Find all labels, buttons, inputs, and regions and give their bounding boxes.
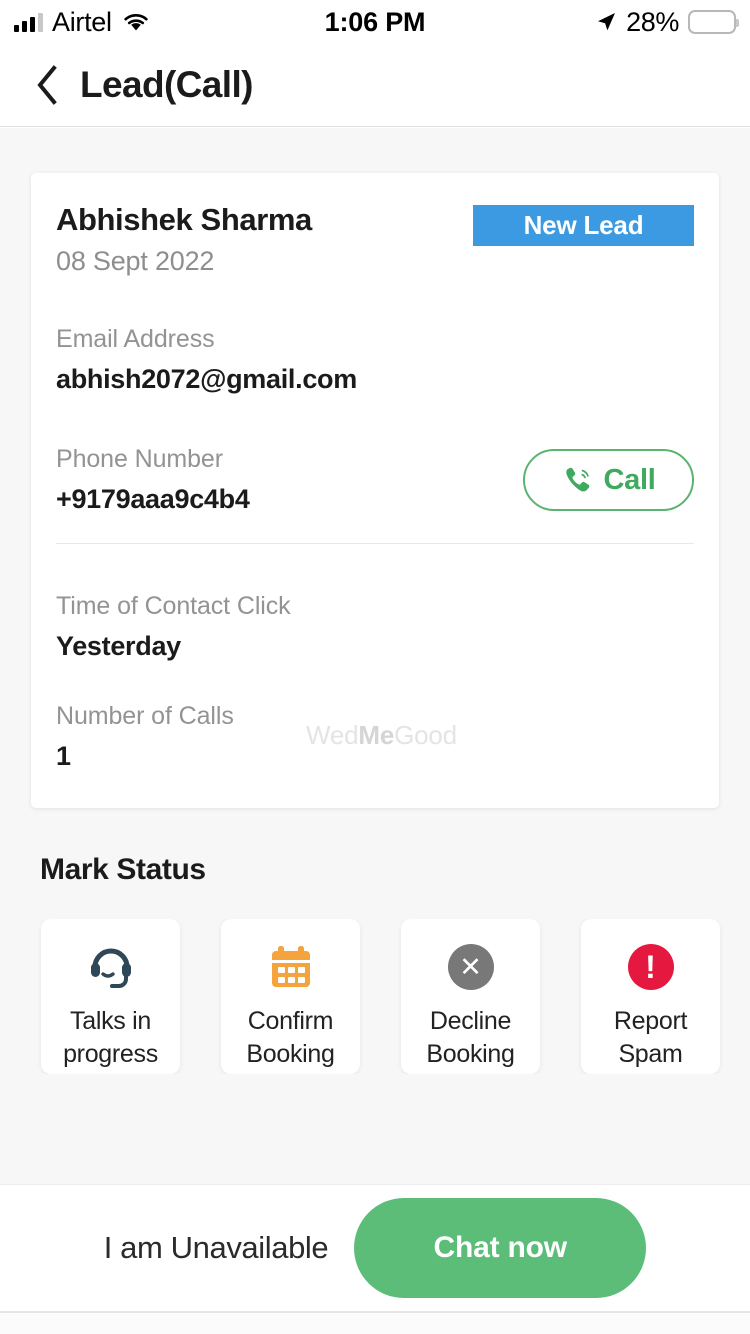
watermark-suffix: Good — [394, 720, 457, 751]
phone-value: +9179aaa9c4b4 — [56, 484, 250, 515]
back-button[interactable] — [16, 54, 78, 116]
headset-icon — [85, 941, 137, 993]
lead-identity: Abhishek Sharma 08 Sept 2022 — [56, 201, 312, 277]
calls-count-field: Number of Calls 1 WedMeGood — [56, 702, 694, 772]
status-option-label: Report Spam — [613, 1007, 688, 1069]
status-option-label: Confirm Booking — [246, 1007, 335, 1069]
bottom-action-bar: I am Unavailable Chat now — [0, 1184, 750, 1311]
lead-detail-card: Abhishek Sharma 08 Sept 2022 New Lead Em… — [31, 173, 719, 809]
lead-name: Abhishek Sharma — [56, 202, 312, 237]
status-badge: New Lead — [473, 205, 694, 246]
phone-call-icon — [565, 467, 589, 492]
email-value: abhish2072@gmail.com — [56, 364, 357, 395]
watermark-bold: Me — [358, 720, 395, 751]
status-option-label: Talks in progress — [63, 1007, 158, 1069]
home-indicator-area — [0, 1313, 750, 1334]
mark-status-title: Mark Status — [40, 853, 206, 887]
contact-time-label: Time of Contact Click — [56, 592, 291, 621]
email-label: Email Address — [56, 325, 215, 354]
status-option-confirm-booking[interactable]: Confirm Booking — [221, 919, 360, 1075]
mark-status-options[interactable]: Talks in progress Confirm Booking ✕ Decl… — [0, 919, 750, 1075]
contact-time-value: Yesterday — [56, 631, 181, 662]
unavailable-button[interactable]: I am Unavailable — [104, 1230, 329, 1266]
chat-now-button[interactable]: Chat now — [354, 1198, 647, 1298]
watermark-prefix: Wed — [306, 720, 359, 751]
alert-circle-icon: ! — [625, 941, 677, 993]
page-header: Lead(Call) — [0, 44, 750, 127]
status-option-report-spam[interactable]: ! Report Spam — [581, 919, 720, 1075]
status-bar: Airtel 1:06 PM 28% — [0, 0, 750, 44]
call-button[interactable]: Call — [523, 449, 694, 512]
status-bar-right: 28% — [595, 0, 739, 44]
battery-percent-label: 28% — [626, 6, 679, 37]
page-title: Lead(Call) — [80, 64, 253, 105]
phone-field: Phone Number +9179aaa9c4b4 — [56, 445, 250, 515]
location-arrow-icon — [595, 11, 617, 33]
card-divider — [56, 543, 694, 545]
call-button-label: Call — [603, 463, 656, 496]
phone-label: Phone Number — [56, 445, 223, 474]
page-content: Abhishek Sharma 08 Sept 2022 New Lead Em… — [0, 128, 750, 1184]
wedmegood-watermark: WedMeGood — [306, 720, 457, 751]
email-field: Email Address abhish2072@gmail.com — [56, 325, 694, 395]
lead-header-row: Abhishek Sharma 08 Sept 2022 New Lead — [56, 201, 694, 277]
status-option-label: Decline Booking — [426, 1007, 515, 1069]
battery-low-power-icon — [688, 10, 739, 34]
lead-date: 08 Sept 2022 — [56, 246, 215, 277]
calendar-icon — [265, 941, 317, 993]
cancel-circle-icon: ✕ — [445, 941, 497, 993]
phone-row: Phone Number +9179aaa9c4b4 Call — [56, 445, 694, 515]
back-chevron-icon — [37, 65, 57, 105]
status-option-talks-in-progress[interactable]: Talks in progress — [41, 919, 180, 1075]
status-option-decline-booking[interactable]: ✕ Decline Booking — [401, 919, 540, 1075]
contact-time-field: Time of Contact Click Yesterday — [56, 592, 694, 662]
